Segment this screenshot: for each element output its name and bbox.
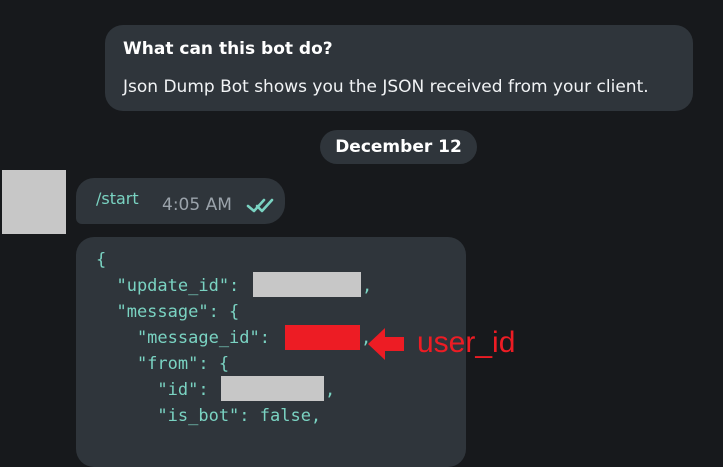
redacted-update-id [253, 272, 361, 297]
bot-description-card: What can this bot do? Json Dump Bot show… [105, 25, 693, 111]
date-divider: December 12 [320, 130, 477, 164]
code-line: "from": { [96, 354, 230, 374]
redacted-user-id [221, 376, 324, 401]
arrow-left-icon [368, 328, 404, 360]
code-line: "message": { [96, 302, 240, 322]
bot-description-text: Json Dump Bot shows you the JSON receive… [123, 77, 649, 97]
redacted-message-id [285, 325, 360, 350]
bot-description-title: What can this bot do? [123, 39, 333, 59]
code-line: "message_id": [96, 328, 270, 348]
code-line: "id": [96, 380, 209, 400]
code-line: { [96, 250, 107, 270]
message-text[interactable]: /start [96, 188, 139, 210]
double-check-icon [246, 198, 274, 213]
message-time: 4:05 AM [162, 195, 232, 215]
code-comma: , [325, 380, 336, 400]
code-comma: , [362, 276, 373, 296]
annotation-label: user_id [417, 326, 516, 359]
code-line: "is_bot": false, [96, 406, 322, 426]
code-line: "update_id": [96, 276, 240, 296]
start-message-bubble[interactable]: /start 4:05 AM [76, 178, 285, 224]
json-message-bubble[interactable]: { "update_id": , "message": { "message_i… [76, 237, 466, 467]
avatar[interactable] [2, 170, 66, 234]
